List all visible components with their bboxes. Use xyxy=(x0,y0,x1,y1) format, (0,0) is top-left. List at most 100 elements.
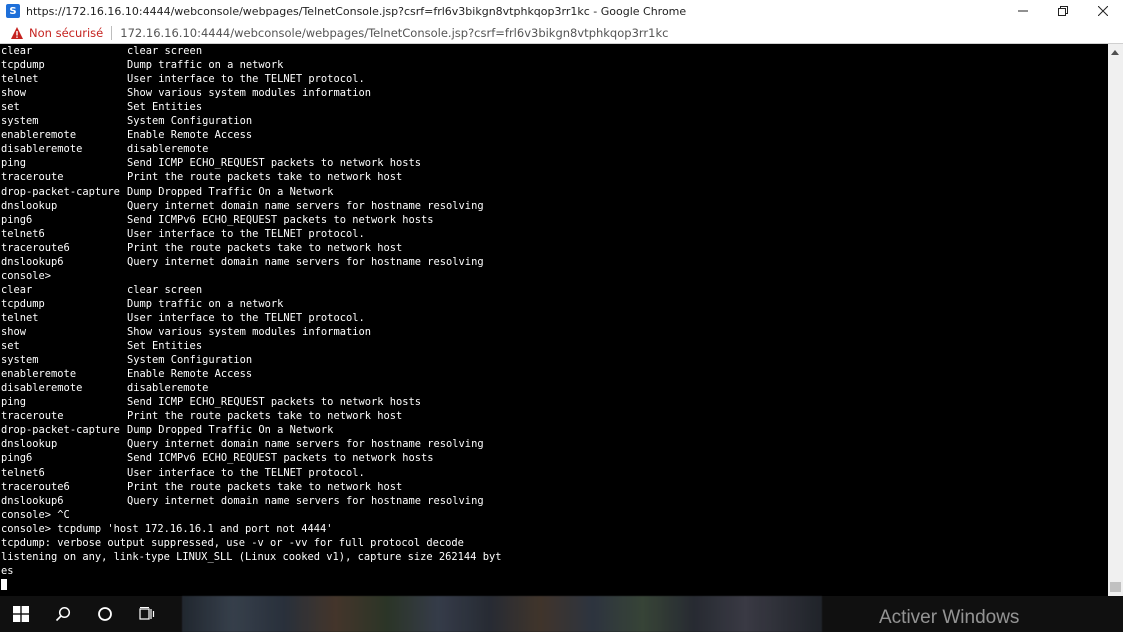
command-description: Query internet domain name servers for h… xyxy=(127,199,484,212)
task-view-button[interactable] xyxy=(126,596,168,632)
command-description: Show various system modules information xyxy=(127,87,371,100)
console-help-line: telnet6 User interface to the TELNET prot… xyxy=(1,227,365,241)
console-help-line: dnslookup Query internet domain name serv… xyxy=(1,199,484,213)
console-help-line: system System Configuration xyxy=(1,114,252,128)
console-output-line: tcpdump: verbose output suppressed, use … xyxy=(1,536,464,549)
window-title-bar: S https://172.16.16.10:4444/webconsole/w… xyxy=(0,0,1123,22)
command-description: User interface to the TELNET protocol. xyxy=(127,466,365,479)
command-description: Enable Remote Access xyxy=(127,129,253,142)
console-output-line: console> ^C xyxy=(1,508,70,521)
command-description: Dump traffic on a network xyxy=(127,59,284,72)
command-name: system xyxy=(1,354,39,367)
telnet-console[interactable]: clear clear screen tcpdump Dump traffic on … xyxy=(0,44,1108,596)
command-name: ping xyxy=(1,396,27,409)
console-help-line: ping Send ICMP ECHO_REQUEST packets to ne… xyxy=(1,395,421,409)
command-description: Print the route packets take to network … xyxy=(127,480,403,493)
command-name: enableremote xyxy=(1,368,77,381)
console-help-line: disableremote disableremote xyxy=(1,142,208,156)
console-help-line: traceroute6 Print the route packets take … xyxy=(1,480,402,494)
console-help-line: tcpdump Dump traffic on a network xyxy=(1,297,283,311)
command-name: disableremote xyxy=(1,382,83,395)
console-help-line: ping6 Send ICMPv6 ECHO_REQUEST packets to… xyxy=(1,213,434,227)
console-help-line: show Show various system modules informat… xyxy=(1,86,371,100)
security-status-label[interactable]: Non sécurisé xyxy=(29,26,103,40)
console-help-line: tcpdump Dump traffic on a network xyxy=(1,58,283,72)
console-output-line: listening on any, link-type LINUX_SLL (L… xyxy=(1,550,502,563)
command-name: show xyxy=(1,87,27,100)
console-output-line: console> xyxy=(1,269,52,282)
command-name: traceroute xyxy=(1,171,64,184)
command-description: clear screen xyxy=(127,283,203,296)
console-help-line: traceroute Print the route packets take t… xyxy=(1,409,402,423)
command-name: telnet xyxy=(1,311,39,324)
taskbar-pinned-apps[interactable] xyxy=(182,596,822,632)
command-description: User interface to the TELNET protocol. xyxy=(127,227,365,240)
minimize-button[interactable] xyxy=(1003,0,1043,22)
console-help-line: traceroute Print the route packets take t… xyxy=(1,170,402,184)
start-button[interactable] xyxy=(0,596,42,632)
console-help-line: enableremote Enable Remote Access xyxy=(1,128,252,142)
command-name: clear xyxy=(1,45,33,57)
command-description: Print the route packets take to network … xyxy=(127,171,403,184)
window-title: https://172.16.16.10:4444/webconsole/web… xyxy=(26,4,687,18)
console-help-line: disableremote disableremote xyxy=(1,381,208,395)
command-description: Dump traffic on a network xyxy=(127,297,284,310)
command-name: dnslookup6 xyxy=(1,255,64,268)
command-description: Query internet domain name servers for h… xyxy=(127,494,484,507)
console-help-line: dnslookup6 Query internet domain name ser… xyxy=(1,494,484,508)
command-name: disableremote xyxy=(1,143,83,156)
warning-triangle-icon[interactable] xyxy=(10,26,24,40)
console-scrollbar[interactable] xyxy=(1108,44,1123,596)
restore-button[interactable] xyxy=(1043,0,1083,22)
command-name: ping6 xyxy=(1,213,33,226)
command-name: telnet xyxy=(1,73,39,86)
command-name: enableremote xyxy=(1,129,77,142)
url-field[interactable]: 172.16.16.10:4444/webconsole/webpages/Te… xyxy=(120,26,668,40)
console-help-line: telnet User interface to the TELNET proto… xyxy=(1,72,365,86)
console-help-line: clear clear screen xyxy=(1,283,202,297)
console-help-line: dnslookup Query internet domain name serv… xyxy=(1,437,484,451)
command-description: disableremote xyxy=(127,382,209,395)
command-description: Print the route packets take to network … xyxy=(127,410,403,423)
command-name: telnet6 xyxy=(1,227,45,240)
console-help-line: traceroute6 Print the route packets take … xyxy=(1,241,402,255)
console-help-line: set Set Entities xyxy=(1,100,202,114)
command-description: disableremote xyxy=(127,143,209,156)
task-view-icon xyxy=(139,607,155,620)
command-description: Enable Remote Access xyxy=(127,368,253,381)
command-description: System Configuration xyxy=(127,354,253,367)
address-bar[interactable]: Non sécurisé 172.16.16.10:4444/webconsol… xyxy=(0,22,1123,44)
command-description: Query internet domain name servers for h… xyxy=(127,438,484,451)
console-help-line: ping Send ICMP ECHO_REQUEST packets to ne… xyxy=(1,156,421,170)
scroll-thumb[interactable] xyxy=(1110,582,1121,592)
command-name: traceroute xyxy=(1,410,64,423)
command-description: Dump Dropped Traffic On a Network xyxy=(127,185,334,198)
console-help-line: telnet6 User interface to the TELNET prot… xyxy=(1,466,365,480)
command-name: dnslookup6 xyxy=(1,494,64,507)
console-help-line: drop-packet-capture Dump Dropped Traffic … xyxy=(1,423,333,437)
windows-logo-icon xyxy=(13,606,29,622)
command-description: User interface to the TELNET protocol. xyxy=(127,311,365,324)
command-name: system xyxy=(1,115,39,128)
command-name: telnet6 xyxy=(1,466,45,479)
console-cursor xyxy=(1,578,7,590)
command-description: Query internet domain name servers for h… xyxy=(127,255,484,268)
close-button[interactable] xyxy=(1083,0,1123,22)
command-name: ping6 xyxy=(1,452,33,465)
activation-watermark: Activer Windows xyxy=(879,607,1020,628)
restore-icon xyxy=(1058,6,1068,16)
console-output-line: es xyxy=(1,564,14,577)
scroll-up-icon[interactable] xyxy=(1111,50,1119,55)
console-help-line: drop-packet-capture Dump Dropped Traffic … xyxy=(1,185,333,199)
console-output-line: console> tcpdump 'host 172.16.16.1 and p… xyxy=(1,522,333,535)
command-description: Print the route packets take to network … xyxy=(127,241,403,254)
search-button[interactable] xyxy=(42,596,84,632)
console-help-line: set Set Entities xyxy=(1,339,202,353)
command-description: Send ICMPv6 ECHO_REQUEST packets to netw… xyxy=(127,452,434,465)
command-name: show xyxy=(1,326,27,338)
command-name: set xyxy=(1,340,20,353)
command-description: Send ICMP ECHO_REQUEST packets to networ… xyxy=(127,157,422,170)
cortana-button[interactable] xyxy=(84,596,126,632)
command-description: Send ICMP ECHO_REQUEST packets to networ… xyxy=(127,396,422,409)
command-name: ping xyxy=(1,157,27,170)
